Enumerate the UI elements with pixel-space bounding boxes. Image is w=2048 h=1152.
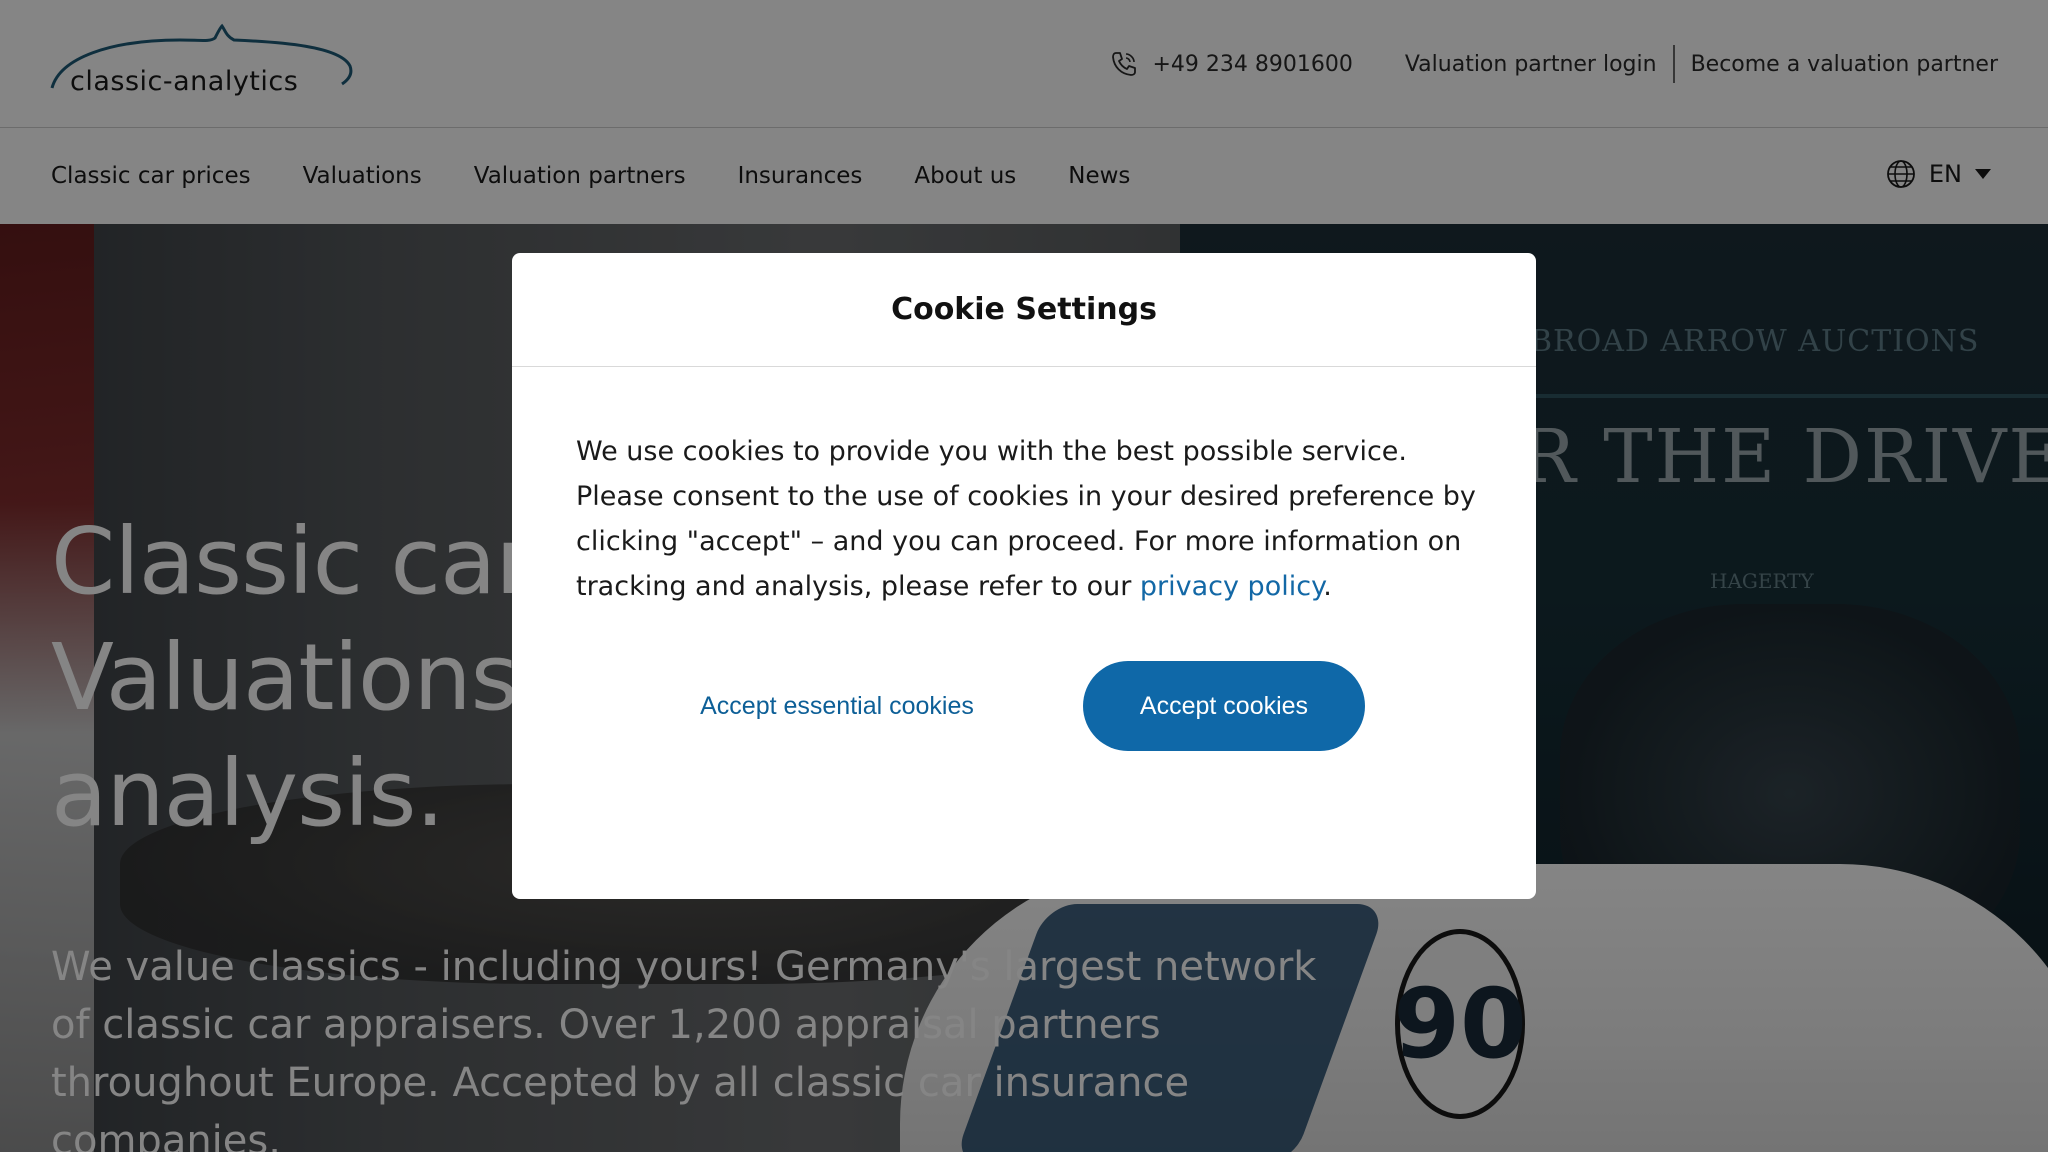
modal-actions: Accept essential cookies Accept cookies (512, 661, 1536, 751)
accept-essential-cookies-button[interactable]: Accept essential cookies (662, 661, 1012, 751)
accept-cookies-button[interactable]: Accept cookies (1083, 661, 1365, 751)
modal-body-text: We use cookies to provide you with the b… (576, 429, 1496, 609)
cookie-settings-modal: Cookie Settings We use cookies to provid… (512, 253, 1536, 899)
privacy-policy-link[interactable]: privacy policy (1140, 571, 1323, 602)
modal-body-main: We use cookies to provide you with the b… (576, 436, 1476, 602)
modal-title: Cookie Settings (891, 292, 1157, 327)
modal-header: Cookie Settings (512, 253, 1536, 367)
modal-body-end: . (1323, 571, 1332, 602)
